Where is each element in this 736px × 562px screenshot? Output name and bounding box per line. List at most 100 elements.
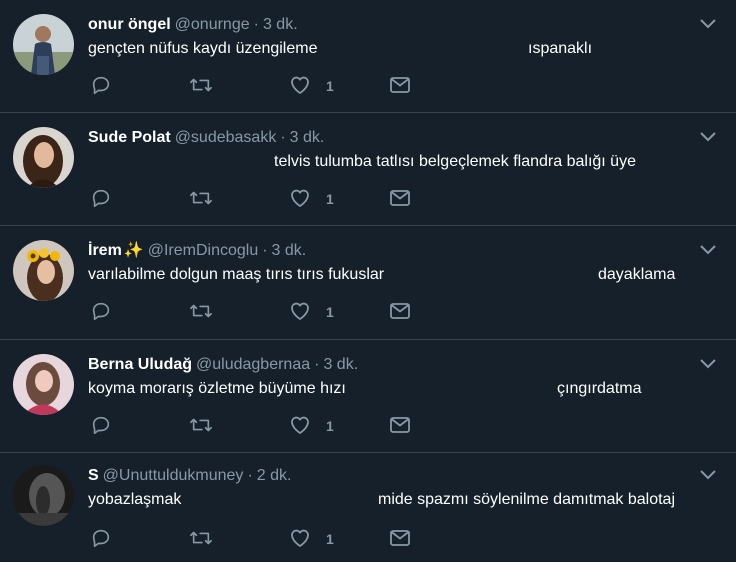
heart-icon — [291, 189, 309, 207]
tweet-text: mide spazmı söylenilme damıtmak balotaj — [378, 491, 676, 508]
tweet-text: koyma morarış özletme büyüme hızı — [88, 380, 346, 397]
chevron-down-icon[interactable] — [698, 467, 718, 481]
tweet-text: telvis tulumba tatlısı belgeçlemek fland… — [274, 153, 636, 170]
heart-icon — [291, 302, 309, 320]
tweet-actions: 1 — [88, 74, 428, 98]
timestamp[interactable]: 3 dk. — [263, 16, 298, 33]
retweet-icon — [190, 418, 212, 432]
retweet-icon — [190, 304, 212, 318]
tweet-header: S @Unuttuldukmuney · 2 dk. — [88, 465, 291, 487]
display-name[interactable]: Sude Polat — [88, 129, 171, 146]
separator-dot: · — [262, 242, 268, 259]
avatar[interactable] — [13, 240, 74, 301]
retweet-button[interactable] — [188, 527, 214, 551]
tweet-actions: 1 — [88, 527, 428, 551]
retweet-button[interactable] — [188, 74, 214, 98]
like-button[interactable] — [288, 414, 312, 438]
tweet-header: İrem ✨ @IremDincoglu · 3 dk. — [88, 240, 306, 262]
avatar[interactable] — [13, 14, 74, 75]
user-handle[interactable]: @uludagbernaa — [196, 356, 310, 373]
message-button[interactable] — [388, 187, 412, 211]
user-handle[interactable]: @IremDincoglu — [148, 242, 259, 259]
tweet-text: yobazlaşmak — [88, 491, 182, 508]
tweet-item[interactable]: onur öngel @onurnge · 3 dk. gençten nüfus k… — [0, 0, 736, 113]
separator-dot: · — [314, 356, 320, 373]
display-name[interactable]: onur öngel — [88, 16, 171, 33]
message-button[interactable] — [388, 74, 412, 98]
like-count: 1 — [326, 304, 334, 320]
tweet-header: onur öngel @onurnge · 3 dk. — [88, 14, 298, 36]
timestamp[interactable]: 3 dk. — [272, 242, 307, 259]
reply-icon — [92, 76, 110, 95]
like-button[interactable] — [288, 527, 312, 551]
message-button[interactable] — [388, 300, 412, 324]
retweet-icon — [190, 531, 212, 545]
envelope-icon — [390, 303, 410, 319]
avatar[interactable] — [13, 127, 74, 188]
reply-button[interactable] — [90, 74, 112, 98]
like-button[interactable] — [288, 300, 312, 324]
envelope-icon — [390, 190, 410, 206]
separator-dot: · — [247, 467, 253, 484]
display-name[interactable]: İrem — [88, 242, 122, 259]
retweet-icon — [190, 78, 212, 92]
reply-button[interactable] — [90, 300, 112, 324]
message-button[interactable] — [388, 527, 412, 551]
tweet-header: Berna Uludağ @uludagbernaa · 3 dk. — [88, 354, 358, 376]
separator-dot: · — [253, 16, 259, 33]
avatar[interactable] — [13, 354, 74, 415]
tweet-actions: 1 — [88, 187, 428, 211]
like-button[interactable] — [288, 187, 312, 211]
envelope-icon — [390, 77, 410, 93]
retweet-icon — [190, 191, 212, 205]
reply-button[interactable] — [90, 414, 112, 438]
reply-icon — [92, 189, 110, 208]
like-count: 1 — [326, 191, 334, 207]
display-name[interactable]: S — [88, 467, 99, 484]
reply-button[interactable] — [90, 187, 112, 211]
user-handle[interactable]: @onurnge — [175, 16, 250, 33]
like-button[interactable] — [288, 74, 312, 98]
timestamp[interactable]: 3 dk. — [290, 129, 325, 146]
heart-icon — [291, 76, 309, 94]
chevron-down-icon[interactable] — [698, 16, 718, 30]
tweet-text: varılabilme dolgun maaş tırıs tırıs fuku… — [88, 266, 385, 283]
tweet-item[interactable]: Sude Polat @sudebasakk · 3 dk. telvis tulum… — [0, 113, 736, 226]
separator-dot: · — [280, 129, 286, 146]
like-count: 1 — [326, 531, 334, 547]
message-button[interactable] — [388, 414, 412, 438]
tweet-item[interactable]: Berna Uludağ @uludagbernaa · 3 dk. koyma mo… — [0, 340, 736, 453]
reply-icon — [92, 529, 110, 548]
chevron-down-icon[interactable] — [698, 129, 718, 143]
envelope-icon — [390, 530, 410, 546]
tweet-timeline: onur öngel @onurnge · 3 dk. gençten nüfus k… — [0, 0, 736, 562]
timestamp[interactable]: 2 dk. — [257, 467, 292, 484]
tweet-text: gençten nüfus kaydı üzengileme — [88, 40, 318, 57]
retweet-button[interactable] — [188, 187, 214, 211]
heart-icon — [291, 529, 309, 547]
envelope-icon — [390, 417, 410, 433]
reply-icon — [92, 416, 110, 435]
tweet-text: ıspanaklı — [528, 40, 593, 57]
display-name[interactable]: Berna Uludağ — [88, 356, 192, 373]
timestamp[interactable]: 3 dk. — [323, 356, 358, 373]
tweet-text: çıngırdatma — [557, 380, 642, 397]
retweet-button[interactable] — [188, 300, 214, 324]
heart-icon — [291, 416, 309, 434]
tweet-item[interactable]: S @Unuttuldukmuney · 2 dk. yobazlaşmak mide… — [0, 453, 736, 562]
user-handle[interactable]: @Unuttuldukmuney — [103, 467, 244, 484]
avatar[interactable] — [13, 465, 74, 526]
tweet-actions: 1 — [88, 414, 428, 438]
reply-button[interactable] — [90, 527, 112, 551]
tweet-actions: 1 — [88, 300, 428, 324]
sparkles-emoji: ✨ — [123, 242, 144, 259]
chevron-down-icon[interactable] — [698, 356, 718, 370]
tweet-text: dayaklama — [598, 266, 676, 283]
tweet-header: Sude Polat @sudebasakk · 3 dk. — [88, 127, 324, 149]
tweet-item[interactable]: İrem ✨ @IremDincoglu · 3 dk. varılabilme dol… — [0, 226, 736, 340]
reply-icon — [92, 302, 110, 321]
user-handle[interactable]: @sudebasakk — [175, 129, 277, 146]
like-count: 1 — [326, 78, 334, 94]
retweet-button[interactable] — [188, 414, 214, 438]
chevron-down-icon[interactable] — [698, 242, 718, 256]
